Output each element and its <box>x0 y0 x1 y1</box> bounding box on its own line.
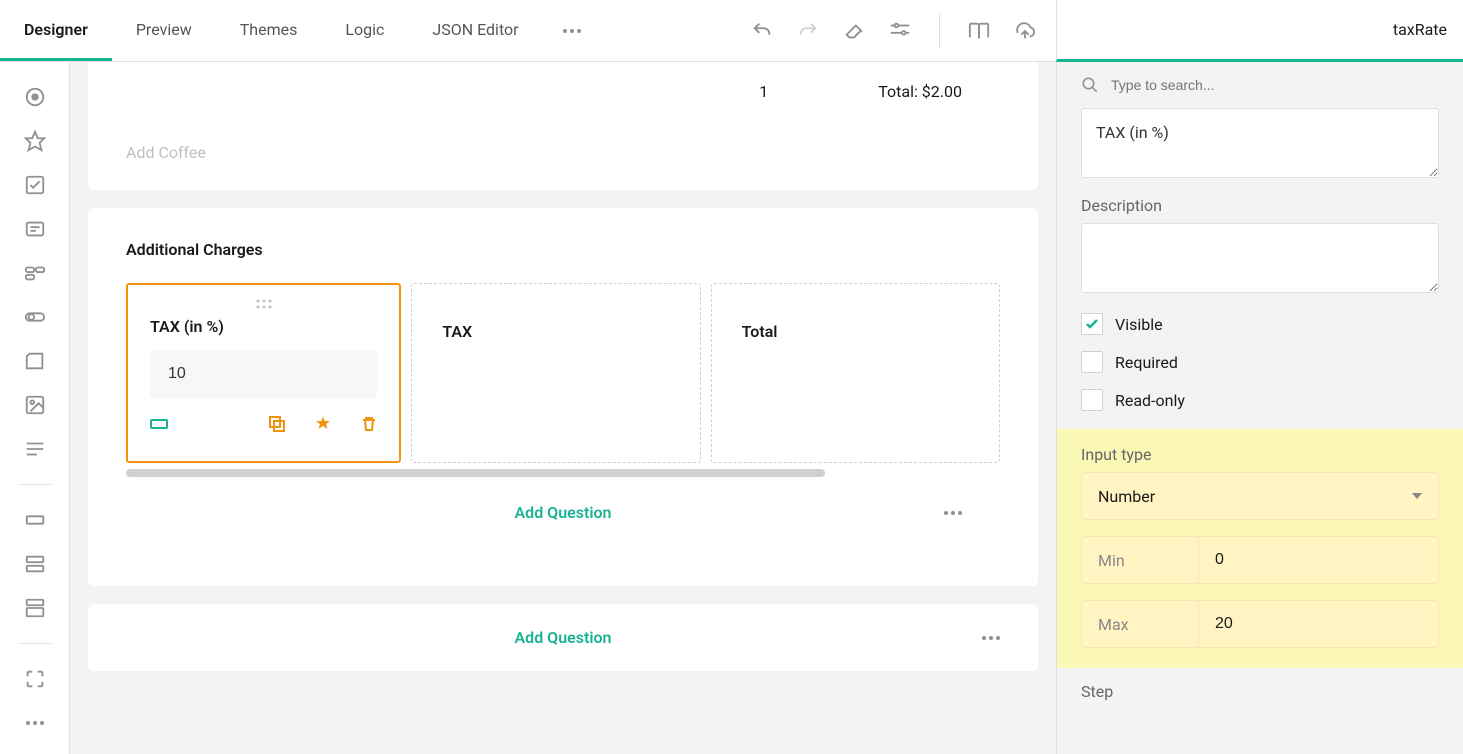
eraser-icon[interactable] <box>843 20 865 42</box>
divider <box>19 643 51 644</box>
tab-themes[interactable]: Themes <box>216 0 322 61</box>
required-icon[interactable] <box>315 416 331 432</box>
divider <box>19 484 51 485</box>
tagbox-icon[interactable] <box>24 262 46 284</box>
panel-title[interactable]: Additional Charges <box>126 240 1000 259</box>
required-checkbox[interactable]: Required <box>1081 351 1439 373</box>
panel-additional-charges[interactable]: Additional Charges TAX (in %) <box>88 208 1038 586</box>
max-input[interactable] <box>1198 601 1438 647</box>
field-value-input[interactable] <box>150 350 377 398</box>
add-question-button[interactable]: Add Question <box>515 628 612 647</box>
search-row <box>1057 62 1463 108</box>
undo-icon[interactable] <box>751 20 773 42</box>
step-label: Step <box>1081 682 1439 701</box>
field-tax[interactable]: TAX <box>411 283 700 463</box>
search-input[interactable] <box>1111 77 1439 93</box>
chevron-down-icon <box>1412 493 1422 499</box>
divider <box>939 13 940 49</box>
topbar-actions <box>751 13 1056 49</box>
text-icon[interactable] <box>24 509 46 531</box>
horizontal-scrollbar[interactable] <box>126 469 825 477</box>
field-tax-rate[interactable]: TAX (in %) <box>126 283 401 463</box>
add-question-button[interactable]: Add Question <box>515 503 612 522</box>
description-textarea[interactable] <box>1081 223 1439 293</box>
panel-coffee[interactable]: 1 Total: $2.00 Add Coffee <box>88 62 1038 190</box>
checkbox-icon[interactable] <box>24 174 46 196</box>
search-icon <box>1081 76 1099 94</box>
settings-icon[interactable] <box>889 20 911 42</box>
select-value: Number <box>1098 487 1155 506</box>
cloud-upload-icon[interactable] <box>1014 20 1036 42</box>
add-coffee-placeholder[interactable]: Add Coffee <box>126 143 1000 162</box>
visible-checkbox[interactable]: Visible <box>1081 313 1439 335</box>
expand-icon[interactable] <box>24 668 46 690</box>
add-question-card[interactable]: Add Question <box>88 604 1038 671</box>
checkbox-icon <box>1081 351 1103 373</box>
checkbox-label: Read-only <box>1115 391 1185 410</box>
boolean-icon[interactable] <box>24 306 46 328</box>
rating-icon[interactable] <box>24 130 46 152</box>
comment-icon[interactable] <box>24 438 46 460</box>
field-label[interactable]: Total <box>742 322 778 341</box>
toolbox-sidebar <box>0 62 70 754</box>
radio-icon[interactable] <box>24 86 46 108</box>
checkbox-icon <box>1081 313 1103 335</box>
book-icon[interactable] <box>968 20 990 42</box>
checkbox-label: Required <box>1115 353 1178 372</box>
fields-row: TAX (in %) TAX Total <box>126 283 1000 463</box>
page-menu-icon[interactable] <box>982 636 1000 640</box>
delete-icon[interactable] <box>361 416 377 432</box>
count-value: 1 <box>759 82 768 101</box>
min-input[interactable] <box>1198 537 1438 583</box>
description-label: Description <box>1081 196 1439 215</box>
field-label[interactable]: TAX <box>442 322 472 341</box>
panel-icon[interactable] <box>24 597 46 619</box>
selected-element-name: taxRate <box>1393 20 1447 39</box>
min-row: Min <box>1081 536 1439 584</box>
image-icon[interactable] <box>24 394 46 416</box>
checkbox-icon <box>1081 389 1103 411</box>
input-type-select[interactable]: Number <box>1081 472 1439 520</box>
dropdown-icon[interactable] <box>24 218 46 240</box>
title-textarea[interactable] <box>1081 108 1439 178</box>
file-icon[interactable] <box>24 350 46 372</box>
tab-json-editor[interactable]: JSON Editor <box>408 0 542 61</box>
tab-designer[interactable]: Designer <box>0 0 112 61</box>
input-type-icon[interactable] <box>150 417 168 431</box>
max-row: Max <box>1081 600 1439 648</box>
panel-menu-icon[interactable] <box>944 511 962 515</box>
input-type-label: Input type <box>1081 445 1439 464</box>
checkbox-label: Visible <box>1115 315 1163 334</box>
duplicate-icon[interactable] <box>269 416 285 432</box>
redo-icon <box>797 20 819 42</box>
readonly-checkbox[interactable]: Read-only <box>1081 389 1439 411</box>
max-label: Max <box>1082 601 1198 647</box>
min-label: Min <box>1082 537 1198 583</box>
right-panel-header: taxRate <box>1056 0 1463 62</box>
properties-panel: Description Visible Required Read-only I… <box>1056 62 1463 754</box>
design-canvas[interactable]: 1 Total: $2.00 Add Coffee Additional Cha… <box>70 62 1056 754</box>
tab-preview[interactable]: Preview <box>112 0 216 61</box>
highlighted-section: Input type Number Min Max <box>1057 429 1463 668</box>
field-total[interactable]: Total <box>711 283 1000 463</box>
total-value: Total: $2.00 <box>878 82 962 101</box>
more-icon[interactable] <box>24 712 46 734</box>
multipletext-icon[interactable] <box>24 553 46 575</box>
tab-logic[interactable]: Logic <box>321 0 408 61</box>
drag-handle-icon[interactable] <box>150 299 377 309</box>
tabs: Designer Preview Themes Logic JSON Edito… <box>0 0 601 61</box>
topbar: Designer Preview Themes Logic JSON Edito… <box>0 0 1463 62</box>
field-label[interactable]: TAX (in %) <box>150 317 377 336</box>
tabs-more-icon[interactable] <box>543 29 601 33</box>
